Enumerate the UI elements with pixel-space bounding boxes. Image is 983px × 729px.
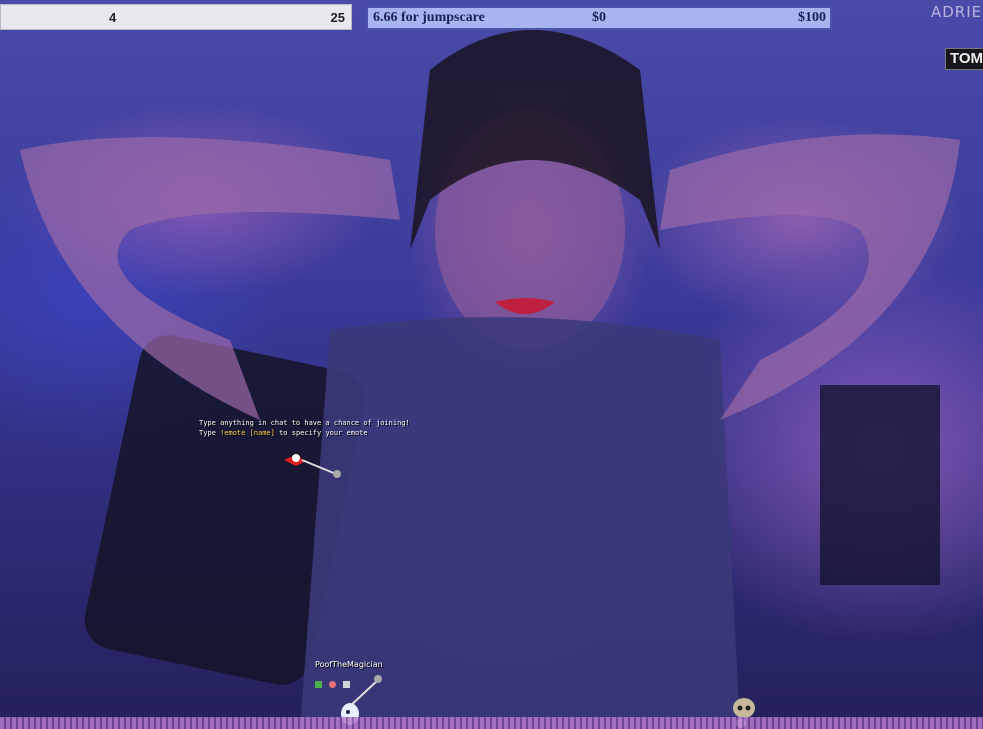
donation-current: $0 xyxy=(592,10,606,25)
game-instructions: Type anything in chat to have a chance o… xyxy=(199,418,410,438)
audio-visualizer-bar xyxy=(0,717,983,729)
instruction-line-2: Type !emote [name] to specify your emote xyxy=(199,429,368,437)
instruction-line-1: Type anything in chat to have a chance o… xyxy=(199,419,410,427)
score-right-value: 25 xyxy=(330,10,345,25)
player-username: PoofTheMagician xyxy=(315,660,383,669)
badge-icon xyxy=(315,681,322,688)
stream-video xyxy=(0,0,983,729)
streamer-silhouette xyxy=(20,30,960,729)
donation-goal-target: $100 xyxy=(798,10,826,25)
bird-sprite-icon xyxy=(284,454,341,478)
streamer-name-overlay: ADRIE xyxy=(931,3,983,21)
corner-badge: TOM xyxy=(945,48,983,70)
donation-goal-label: 6.66 for jumpscare xyxy=(373,10,485,25)
emote-command: !emote [name] xyxy=(220,429,275,437)
score-left-value: 4 xyxy=(109,10,117,25)
donation-goal-bar: 6.66 for jumpscare $0 $100 xyxy=(366,6,832,30)
score-bar: 4 25 xyxy=(0,4,352,30)
